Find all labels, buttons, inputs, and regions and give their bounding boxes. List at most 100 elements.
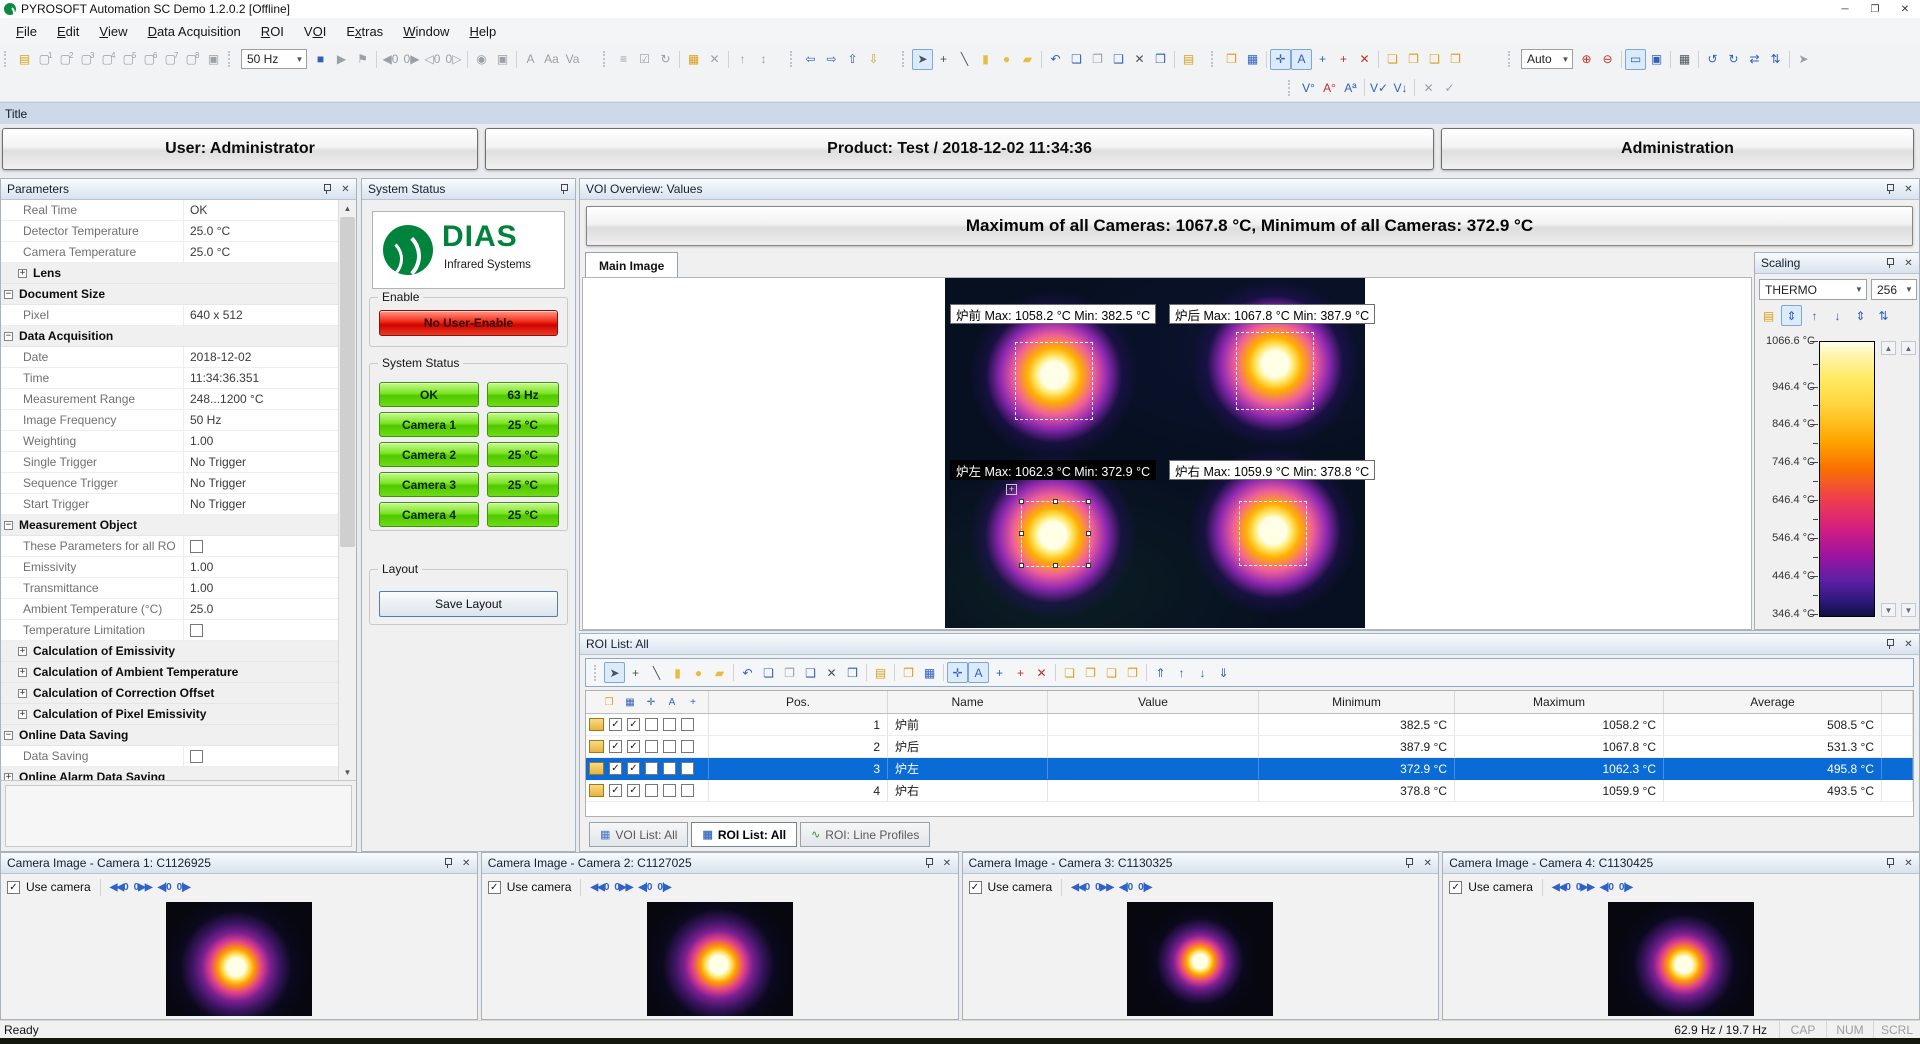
scroll-up-icon[interactable]: ▲ bbox=[339, 200, 356, 216]
pin-icon[interactable] bbox=[1883, 856, 1898, 870]
roi-color-swatch[interactable] bbox=[589, 740, 604, 753]
levels-select[interactable]: 256▼ bbox=[1871, 279, 1917, 300]
pin-icon[interactable] bbox=[1883, 182, 1898, 196]
parameter-row[interactable]: Date2018-12-02 bbox=[1, 347, 339, 368]
grid-icon[interactable]: ▦ bbox=[1674, 49, 1695, 70]
fit-width-icon[interactable]: ▭ bbox=[1625, 49, 1646, 70]
close-icon[interactable]: ✕ bbox=[1901, 256, 1916, 270]
roi-flag-checkbox[interactable] bbox=[681, 784, 694, 797]
show-values-icon[interactable]: Va bbox=[562, 49, 583, 70]
undo-icon[interactable]: ↶ bbox=[1045, 49, 1066, 70]
roi-add-icon[interactable]: + bbox=[1312, 49, 1333, 70]
column-header-maximum[interactable]: Maximum bbox=[1455, 691, 1664, 713]
roi-flag-checkbox[interactable] bbox=[645, 740, 658, 753]
close-icon[interactable]: ✕ bbox=[1901, 637, 1916, 651]
align-center-icon[interactable]: ↕ bbox=[753, 49, 774, 70]
collapse-icon[interactable]: − bbox=[4, 731, 13, 740]
first-image-icon[interactable]: ◀◀0 bbox=[1071, 882, 1089, 893]
draw-polygon-icon[interactable]: ▰ bbox=[1017, 49, 1038, 70]
zoom-out-icon[interactable]: ⊖ bbox=[1597, 49, 1618, 70]
frequency-combo[interactable]: 50 Hz▼ bbox=[241, 49, 307, 69]
parameter-category-row[interactable]: +Calculation of Correction Offset bbox=[1, 683, 339, 704]
delete-image-icon[interactable]: ✕ bbox=[704, 49, 725, 70]
roi-color-swatch[interactable] bbox=[589, 762, 604, 775]
roi-flag-checkbox[interactable]: ✓ bbox=[609, 740, 622, 753]
roi-flag-checkbox[interactable] bbox=[681, 762, 694, 775]
window-2-icon[interactable]: ▢2 bbox=[56, 49, 77, 70]
draw-point-icon[interactable]: + bbox=[625, 662, 646, 683]
select-pointer-icon[interactable]: ➤ bbox=[912, 49, 933, 70]
pin-icon[interactable] bbox=[557, 182, 572, 196]
delete-icon[interactable]: ✕ bbox=[821, 662, 842, 683]
save-file-icon[interactable]: ▦ bbox=[1242, 49, 1263, 70]
parameter-category-row[interactable]: +Calculation of Pixel Emissivity bbox=[1, 704, 339, 725]
status-value-camera-4[interactable]: 25 °C bbox=[487, 502, 559, 527]
draw-point-icon[interactable]: + bbox=[933, 49, 954, 70]
minimize-button[interactable]: ─ bbox=[1830, 0, 1860, 18]
menu-item-extras[interactable]: Extras bbox=[336, 20, 393, 42]
roi-flag-checkbox[interactable]: ✓ bbox=[627, 718, 640, 731]
use-camera-checkbox[interactable]: ✓ bbox=[969, 881, 982, 894]
collapse-icon[interactable]: − bbox=[4, 290, 13, 299]
parameter-row[interactable]: Single TriggerNo Trigger bbox=[1, 452, 339, 473]
administration-button[interactable]: Administration bbox=[1441, 128, 1914, 170]
maximize-button[interactable]: ❐ bbox=[1860, 0, 1890, 18]
menu-item-help[interactable]: Help bbox=[459, 20, 506, 42]
parameter-row[interactable]: Sequence TriggerNo Trigger bbox=[1, 473, 339, 494]
roi-handle[interactable] bbox=[1019, 563, 1024, 568]
status-value-camera-1[interactable]: 25 °C bbox=[487, 412, 559, 437]
parameter-row[interactable]: Temperature Limitation bbox=[1, 620, 339, 641]
scale-min-down-icon[interactable]: ↓ bbox=[1827, 305, 1848, 326]
parameter-row[interactable]: Camera Temperature25.0 °C bbox=[1, 242, 339, 263]
roi-select-icon[interactable]: ✛ bbox=[947, 662, 968, 683]
copy-window-4-icon[interactable]: ❒ bbox=[1445, 49, 1466, 70]
roi-select-icon[interactable]: ✛ bbox=[1270, 49, 1291, 70]
roi-flag-checkbox[interactable] bbox=[645, 784, 658, 797]
roi-table-row[interactable]: ✓✓3炉左372.9 °C1062.3 °C495.8 °C bbox=[586, 758, 1913, 780]
roi-flag-checkbox[interactable] bbox=[681, 740, 694, 753]
parameter-row[interactable]: Start TriggerNo Trigger bbox=[1, 494, 339, 515]
window-1-icon[interactable]: ▢1 bbox=[35, 49, 56, 70]
parameter-row[interactable]: Transmittance1.00 bbox=[1, 578, 339, 599]
bring-to-front-icon[interactable]: ❏ bbox=[1059, 662, 1080, 683]
next-image-icon[interactable]: 0|▶ bbox=[1619, 882, 1632, 893]
roi-add-alarm-icon[interactable]: + bbox=[1010, 662, 1031, 683]
save-single-icon[interactable]: ▣ bbox=[492, 49, 513, 70]
roi-table-row[interactable]: ✓✓2炉后387.9 °C1067.8 °C531.3 °C bbox=[586, 736, 1913, 758]
parameter-category-row[interactable]: −Data Acquisition bbox=[1, 326, 339, 347]
roi-flag-checkbox[interactable]: ✓ bbox=[627, 762, 640, 775]
voi-name-icon[interactable]: Aª bbox=[1340, 77, 1361, 98]
expand-icon[interactable]: + bbox=[18, 710, 27, 719]
draw-polygon-icon[interactable]: ▰ bbox=[709, 662, 730, 683]
use-camera-checkbox[interactable]: ✓ bbox=[1449, 881, 1462, 894]
copy-icon[interactable]: ❏ bbox=[758, 662, 779, 683]
parameter-checkbox[interactable] bbox=[190, 750, 203, 763]
first-image-icon[interactable]: ◀◀0 bbox=[590, 882, 608, 893]
insert-image-icon[interactable]: ▦ bbox=[683, 49, 704, 70]
roi-flag-checkbox[interactable] bbox=[663, 740, 676, 753]
flip-vertical-icon[interactable]: ⇅ bbox=[1765, 49, 1786, 70]
roi-add-icon[interactable]: + bbox=[989, 662, 1010, 683]
draw-rectangle-icon[interactable]: ▮ bbox=[667, 662, 688, 683]
expand-icon[interactable]: + bbox=[18, 269, 27, 278]
roi-flag-checkbox[interactable] bbox=[645, 762, 658, 775]
parameters-scrollbar[interactable]: ▲ ▼ bbox=[338, 200, 356, 780]
roi-color-swatch[interactable] bbox=[589, 784, 604, 797]
parameter-row[interactable]: Ambient Temperature (°C)25.0 bbox=[1, 599, 339, 620]
draw-ellipse-icon[interactable]: ● bbox=[688, 662, 709, 683]
parameter-row[interactable]: Image Frequency50 Hz bbox=[1, 410, 339, 431]
last-image-icon[interactable]: 0▶▶ bbox=[134, 882, 152, 893]
parameter-category-row[interactable]: −Document Size bbox=[1, 284, 339, 305]
image-previous-icon[interactable]: ◁0 bbox=[422, 49, 443, 70]
properties-icon[interactable]: ▤ bbox=[1178, 49, 1199, 70]
paste-icon[interactable]: ❐ bbox=[1087, 49, 1108, 70]
parameter-category-row[interactable]: +Calculation of Emissivity bbox=[1, 641, 339, 662]
previous-image-icon[interactable]: ◀|0 bbox=[158, 882, 171, 893]
scale-spin-up-icon[interactable]: ▲ bbox=[1881, 341, 1896, 355]
pin-icon[interactable] bbox=[1402, 856, 1417, 870]
autoscale-icon[interactable]: ⇕ bbox=[1781, 305, 1802, 326]
column-header-value[interactable]: Value bbox=[1048, 691, 1259, 713]
dock-tab-voi-list-all[interactable]: ▦VOI List: All bbox=[589, 822, 688, 847]
status-button-camera-4[interactable]: Camera 4 bbox=[379, 502, 479, 527]
close-icon[interactable]: ✕ bbox=[940, 856, 955, 870]
